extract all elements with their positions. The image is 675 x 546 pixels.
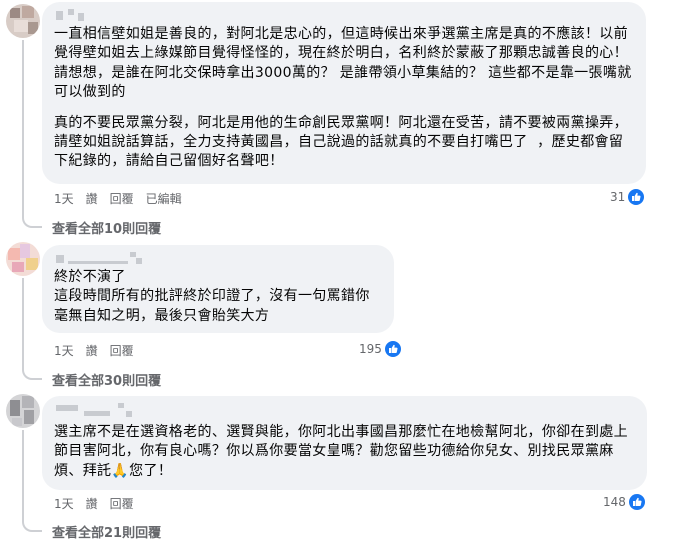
comment-text: 選主席不是在選資格老的、選賢與能，你阿北出事國昌那麼忙在地檢幫阿北，你卻在到處上… bbox=[54, 424, 628, 479]
comment-actions: 1天 讚 回覆 已編輯 bbox=[54, 190, 182, 207]
thread-connector bbox=[22, 430, 42, 532]
avatar[interactable] bbox=[6, 394, 40, 428]
reaction-count: 195 bbox=[359, 342, 382, 356]
comment-text: 終於不演了 這段時間所有的批評終於印證了，沒有一句罵錯你 毫無自知之明，最後只會… bbox=[54, 269, 370, 324]
reaction-summary[interactable]: 148 bbox=[603, 494, 645, 510]
reply-button[interactable]: 回覆 bbox=[110, 495, 134, 512]
like-button[interactable]: 讚 bbox=[86, 342, 98, 359]
thread-connector bbox=[22, 278, 42, 380]
reaction-summary[interactable]: 195 bbox=[359, 341, 401, 357]
reaction-count: 31 bbox=[610, 190, 626, 204]
reaction-count: 148 bbox=[603, 495, 626, 509]
view-replies-link[interactable]: 查看全部10則回覆 bbox=[52, 218, 161, 237]
like-button[interactable]: 讚 bbox=[86, 190, 98, 207]
comment-text: 一直相信壁如姐是善良的，對阿北是忠心的，但這時候出來爭選黨主席是真的不應該！以前… bbox=[54, 26, 633, 101]
like-button[interactable]: 讚 bbox=[86, 495, 98, 512]
author-name-redacted[interactable] bbox=[54, 403, 635, 417]
reply-button[interactable]: 回覆 bbox=[110, 190, 134, 207]
author-name-redacted[interactable] bbox=[54, 252, 382, 266]
view-replies-link[interactable]: 查看全部30則回覆 bbox=[52, 370, 161, 389]
author-name-redacted[interactable] bbox=[54, 9, 634, 23]
comment-bubble: 一直相信壁如姐是善良的，對阿北是忠心的，但這時候出來爭選黨主席是真的不應該！以前… bbox=[42, 2, 646, 184]
timestamp[interactable]: 1天 bbox=[54, 190, 74, 207]
avatar[interactable] bbox=[6, 242, 40, 276]
timestamp[interactable]: 1天 bbox=[54, 495, 74, 512]
like-reaction-icon bbox=[628, 189, 645, 205]
timestamp[interactable]: 1天 bbox=[54, 342, 74, 359]
reaction-summary[interactable]: 31 bbox=[610, 189, 645, 205]
reply-button[interactable]: 回覆 bbox=[110, 342, 134, 359]
comment-bubble: 終於不演了 這段時間所有的批評終於印證了，沒有一句罵錯你 毫無自知之明，最後只會… bbox=[42, 245, 394, 333]
avatar[interactable] bbox=[6, 4, 40, 38]
comment-text: 真的不要民眾黨分裂，阿北是用他的生命創民眾黨啊！阿北還在受苦，請不要被兩黨操弄，… bbox=[54, 114, 638, 170]
view-replies-link[interactable]: 查看全部21則回覆 bbox=[52, 522, 161, 541]
thread-connector bbox=[22, 40, 42, 228]
comment-actions: 1天 讚 回覆 bbox=[54, 495, 134, 512]
like-reaction-icon bbox=[628, 494, 645, 510]
comment-actions: 1天 讚 回覆 bbox=[54, 342, 134, 359]
comment-bubble: 選主席不是在選資格老的、選賢與能，你阿北出事國昌那麼忙在地檢幫阿北，你卻在到處上… bbox=[42, 396, 647, 490]
like-reaction-icon bbox=[384, 341, 401, 357]
edited-label: 已編輯 bbox=[145, 192, 182, 206]
